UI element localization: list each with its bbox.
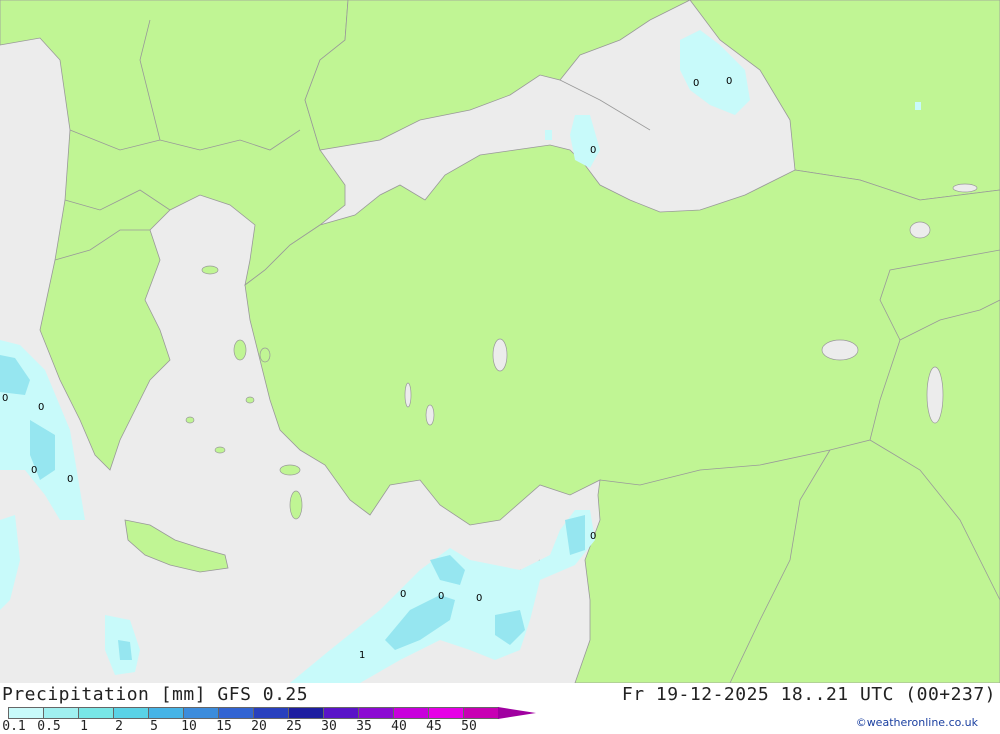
scale-swatch	[113, 707, 149, 719]
scale-tick-label: 25	[286, 719, 302, 734]
precipitation-map: 0 0 0 0 0 0 0 0 0 0 0 1	[0, 0, 1000, 683]
scale-swatch	[323, 707, 359, 719]
point-value: 0	[67, 474, 73, 485]
scale-swatch	[358, 707, 394, 719]
point-value: 0	[726, 76, 732, 87]
color-scale-ticks: 0.1 0.5 1 2 5 10 15 20 25 30 35 40 45 50	[0, 719, 560, 734]
scale-tick-label: 35	[356, 719, 372, 734]
scale-swatch	[148, 707, 184, 719]
scale-swatch	[253, 707, 289, 719]
scale-swatch	[43, 707, 79, 719]
point-value: 0	[400, 589, 406, 600]
scale-swatch	[428, 707, 464, 719]
scale-swatch	[78, 707, 114, 719]
scale-tick-label: 15	[216, 719, 232, 734]
scale-tick-label: 45	[426, 719, 442, 734]
scale-swatch	[393, 707, 429, 719]
point-value: 0	[693, 78, 699, 89]
scale-tick-label: 10	[181, 719, 197, 734]
point-value: 0	[590, 145, 596, 156]
point-value: 0	[31, 465, 37, 476]
point-value: 0	[38, 402, 44, 413]
scale-tick-label: 0.1	[2, 719, 26, 734]
point-value: 1	[359, 650, 365, 661]
point-value: 0	[438, 591, 444, 602]
scale-swatch	[288, 707, 324, 719]
scale-tick-label: 40	[391, 719, 407, 734]
color-scale	[8, 707, 536, 719]
scale-tick-label: 2	[115, 719, 123, 734]
scale-swatch	[463, 707, 499, 719]
point-value: 0	[2, 393, 8, 404]
scale-swatch	[183, 707, 219, 719]
scale-tick-label: 30	[321, 719, 337, 734]
credit-link[interactable]: ©weatheronline.co.uk	[856, 716, 978, 729]
scale-tick-label: 0.5	[37, 719, 61, 734]
scale-swatch	[8, 707, 44, 719]
map-title: Precipitation [mm] GFS 0.25	[2, 684, 309, 705]
scale-tick-label: 20	[251, 719, 267, 734]
scale-arrow	[498, 707, 536, 719]
forecast-time: Fr 19-12-2025 18..21 UTC (00+237)	[621, 684, 996, 705]
scale-tick-label: 50	[461, 719, 477, 734]
scale-tick-label: 5	[150, 719, 158, 734]
scale-swatch	[218, 707, 254, 719]
point-value: 0	[590, 531, 596, 542]
scale-tick-label: 1	[80, 719, 88, 734]
point-value: 0	[476, 593, 482, 604]
